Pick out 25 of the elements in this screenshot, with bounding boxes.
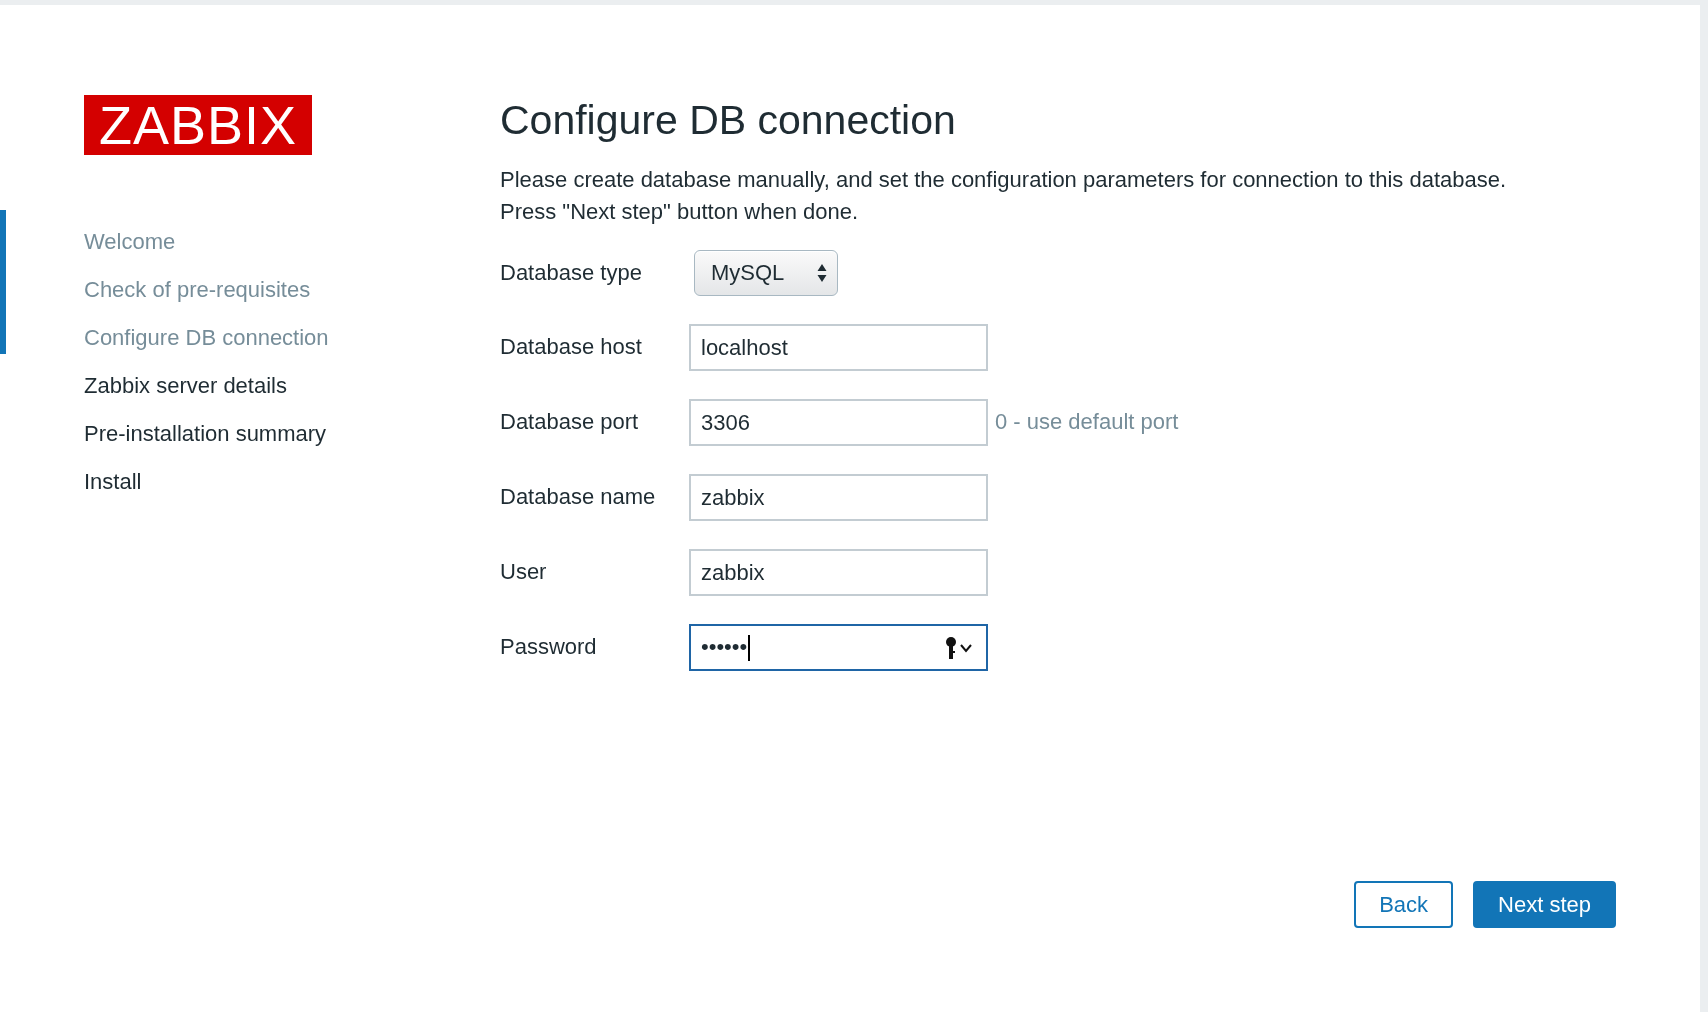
database-type-select[interactable]: MySQL [694, 250, 838, 296]
step-item: Install [84, 468, 142, 496]
page-title: Configure DB connection [500, 97, 956, 144]
field-label: Password [500, 633, 598, 660]
next-step-button[interactable]: Next step [1473, 881, 1616, 928]
step-item: Configure DB connection [84, 324, 329, 352]
field-label: Database host [500, 333, 643, 360]
input-field[interactable]: 3306 [689, 399, 988, 446]
sort-arrows-icon [817, 263, 827, 283]
step-item: Zabbix server details [84, 372, 287, 400]
field-label: User [500, 558, 548, 585]
input-field[interactable]: localhost [689, 324, 988, 371]
step-item: Pre-installation summary [84, 420, 327, 448]
input-field[interactable]: zabbix [689, 474, 988, 521]
field-label: Database name [500, 483, 657, 510]
password-field[interactable]: •••••• [689, 624, 988, 671]
input-field[interactable]: zabbix [689, 549, 988, 596]
step-item: Check of pre-requisites [84, 276, 311, 304]
description-text: Please create database manually, and set the configuration parameters for connection to this database. Press "Next step" button when done. [500, 166, 1507, 226]
field-hint: 0 - use default port [995, 408, 1179, 435]
field-label: Database port [500, 408, 640, 435]
step-item: Welcome [84, 228, 176, 256]
zabbix-logo: ZABBIX [84, 95, 312, 155]
field-label: Database type [500, 259, 643, 286]
back-button[interactable]: Back [1354, 881, 1454, 928]
